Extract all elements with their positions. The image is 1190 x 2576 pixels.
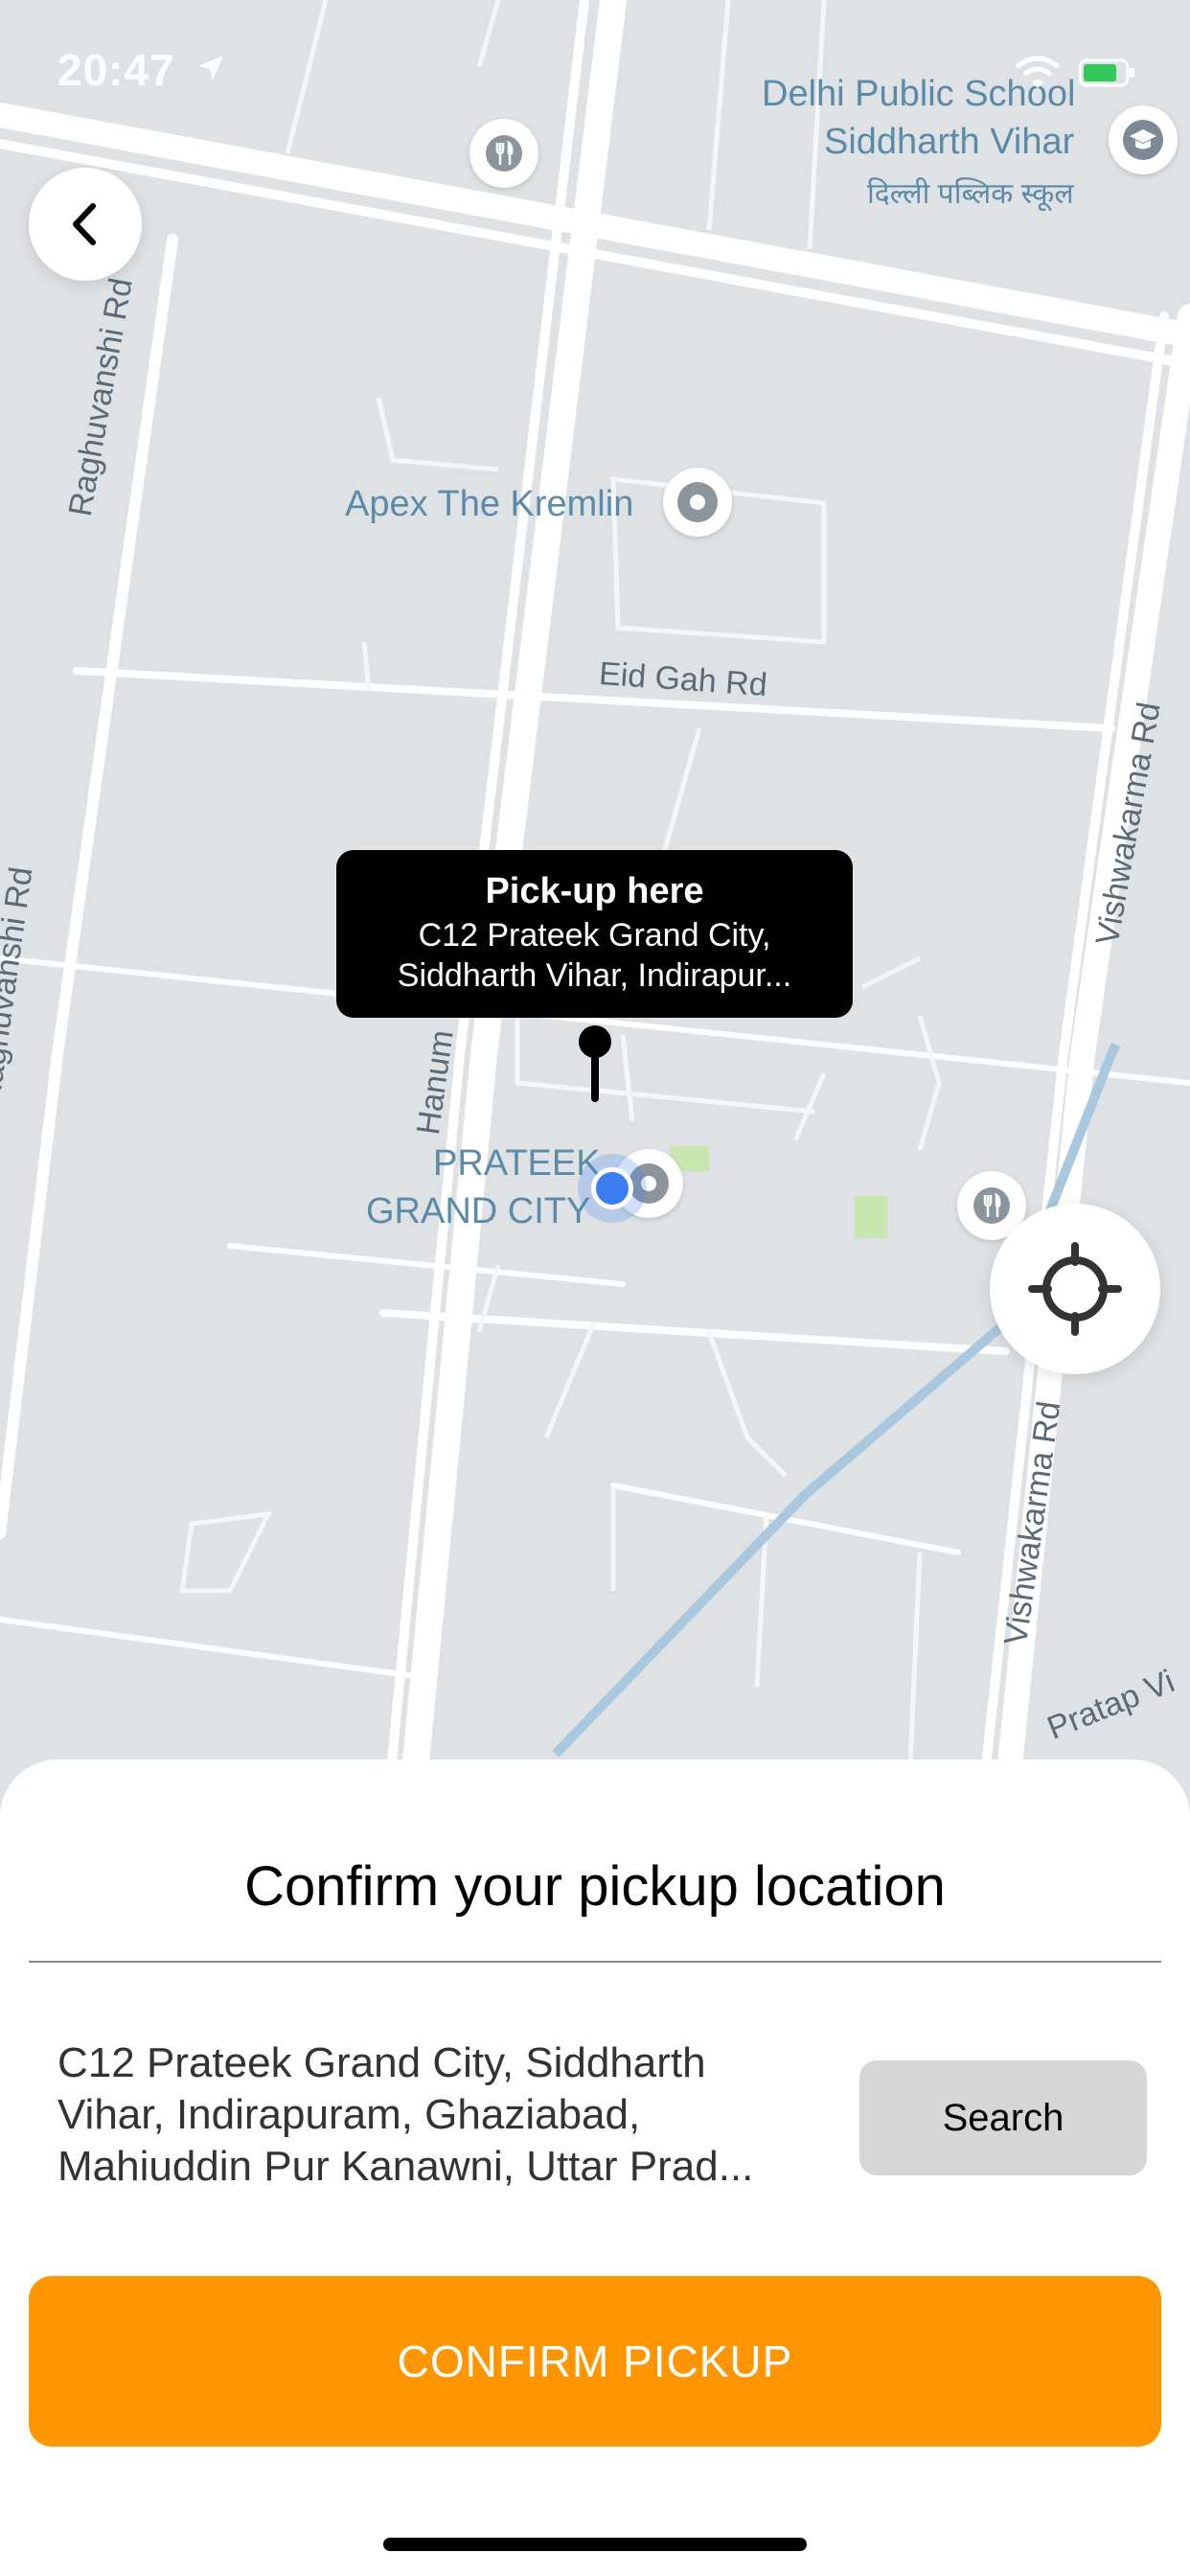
restaurant-icon [486, 135, 522, 172]
back-button[interactable] [29, 168, 142, 281]
sheet-divider [29, 1961, 1161, 1963]
home-indicator[interactable] [383, 2538, 807, 2551]
sheet-title: Confirm your pickup location [244, 1855, 946, 1918]
locate-crosshair-icon [1028, 1242, 1122, 1336]
map-label-school-hindi: दिल्ली पब्लिक स्कूल [867, 178, 1074, 210]
map-view[interactable]: Delhi Public School Siddharth Vihar दिल्… [0, 0, 1190, 1802]
pickup-address-line2: Vihar, Indirapuram, Ghaziabad, [57, 2091, 641, 2138]
user-location-dot [591, 1167, 633, 1209]
map-label-school-line2: Siddharth Vihar [824, 122, 1075, 162]
map-label-grand-city: GRAND CITY [366, 1191, 591, 1231]
locate-me-button[interactable] [990, 1204, 1160, 1374]
wifi-icon [1015, 56, 1061, 88]
pickup-callout-title: Pick-up here [485, 871, 704, 911]
pickup-pin-stem [591, 1052, 599, 1102]
back-chevron-icon [73, 203, 96, 245]
map-label-apex: Apex The Kremlin [345, 484, 634, 524]
school-poi[interactable] [1109, 105, 1178, 174]
school-icon [1123, 120, 1163, 160]
place-pin-icon [677, 482, 718, 522]
status-time: 20:47 [57, 45, 175, 95]
status-icons [1014, 56, 1136, 90]
pickup-address-line1: C12 Prateek Grand City, Siddharth [57, 2039, 706, 2086]
pickup-address: C12 Prateek Grand City, Siddharth Vihar,… [57, 2037, 824, 2193]
location-arrow-icon [198, 56, 223, 80]
search-button[interactable]: Search [859, 2060, 1147, 2175]
restaurant-icon [973, 1187, 1010, 1224]
pickup-callout-address-line2: Siddharth Vihar, Indirapur... [397, 957, 792, 994]
restaurant-poi[interactable] [469, 119, 538, 188]
pickup-callout-address-line1: C12 Prateek Grand City, [418, 917, 771, 954]
confirm-pickup-button[interactable]: CONFIRM PICKUP [29, 2276, 1161, 2447]
pickup-address-line3: Mahiuddin Pur Kanawni, Uttar Prad... [57, 2143, 754, 2190]
pickup-callout[interactable]: Pick-up here C12 Prateek Grand City, Sid… [336, 850, 853, 1018]
map-label-prateek: PRATEEK [433, 1143, 601, 1184]
battery-icon [1079, 58, 1134, 87]
apex-kremlin-poi[interactable] [663, 468, 732, 537]
